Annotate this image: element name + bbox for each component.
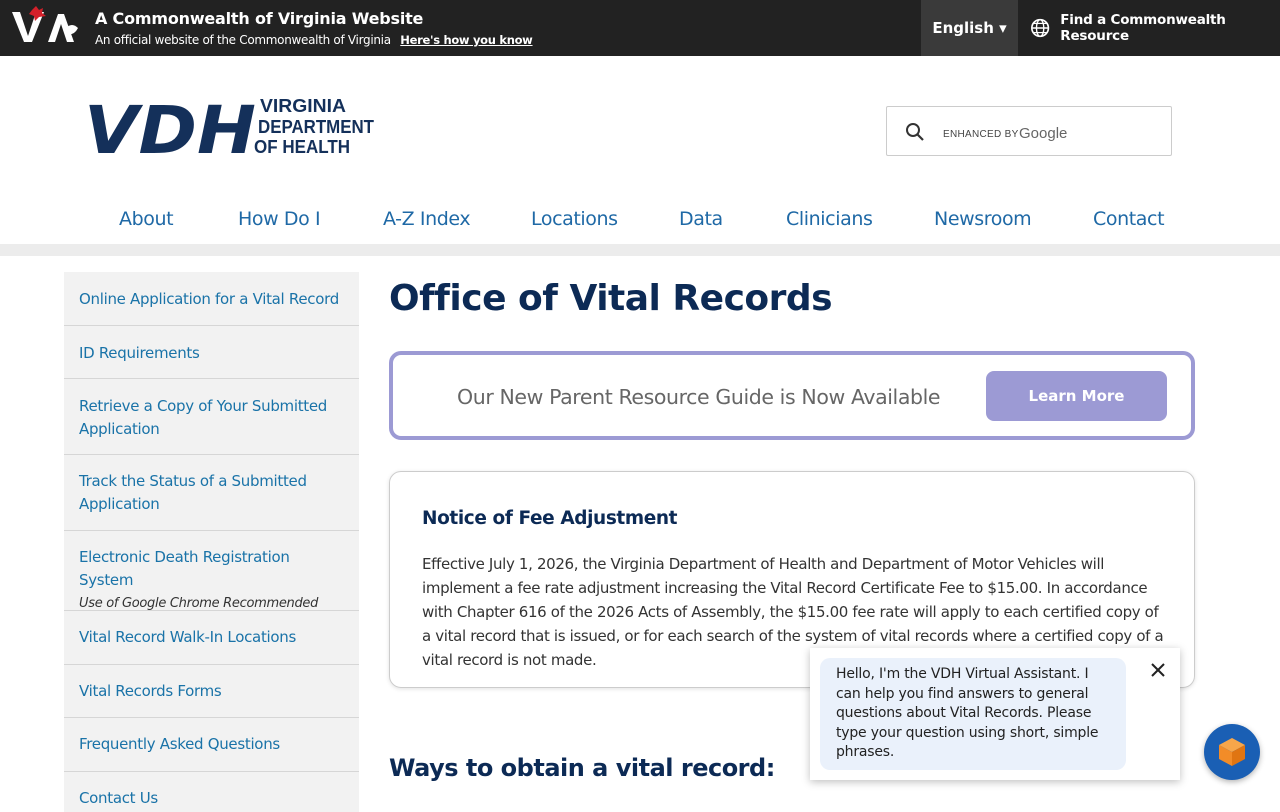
- promo-text: Our New Parent Resource Guide is Now Ava…: [457, 385, 941, 409]
- sidebar-item-id-requirements[interactable]: ID Requirements: [64, 326, 359, 379]
- search-icon[interactable]: [905, 122, 925, 142]
- nav-clinicians[interactable]: Clinicians: [786, 208, 873, 230]
- ways-heading: Ways to obtain a vital record:: [389, 754, 775, 782]
- assistant-message: Hello, I'm the VDH Virtual Assistant. I …: [820, 658, 1126, 770]
- logo-line3: OF HEALTH: [254, 137, 350, 157]
- banner-subtitle: An official website of the Commonwealth …: [95, 33, 533, 47]
- enhanced-by-label: ENHANCED BY: [943, 129, 1019, 140]
- notice-title: Notice of Fee Adjustment: [422, 508, 678, 529]
- close-icon[interactable]: [1148, 660, 1168, 680]
- site-search-input[interactable]: ENHANCED BY Google: [886, 106, 1172, 156]
- sidebar-item-faq[interactable]: Frequently Asked Questions: [64, 718, 359, 772]
- sidebar-item-online-application[interactable]: Online Application for a Vital Record: [64, 272, 359, 326]
- globe-icon: [1031, 18, 1050, 38]
- sidebar-menu: Online Application for a Vital Record ID…: [64, 272, 359, 812]
- vdh-logo-letters: VDH: [84, 96, 256, 158]
- nav-locations[interactable]: Locations: [531, 208, 618, 230]
- nav-divider: [0, 244, 1280, 256]
- sidebar-item-edrs-label: Electronic Death Registration System: [79, 548, 290, 589]
- logo-line1: VIRGINIA: [260, 96, 346, 116]
- sidebar-item-retrieve-copy[interactable]: Retrieve a Copy of Your Submitted Applic…: [64, 379, 359, 455]
- sidebar-item-edrs-note: Use of Google Chrome Recommended: [79, 596, 319, 611]
- nav-data[interactable]: Data: [679, 208, 723, 230]
- sidebar-item-edrs[interactable]: Electronic Death Registration System Use…: [64, 531, 359, 611]
- main-navigation: About How Do I A-Z Index Locations Data …: [0, 206, 1280, 236]
- page-title: Office of Vital Records: [389, 278, 833, 319]
- sidebar-item-forms[interactable]: Vital Records Forms: [64, 665, 359, 718]
- how-you-know-link[interactable]: Here's how you know: [400, 33, 533, 47]
- nav-contact[interactable]: Contact: [1093, 208, 1165, 230]
- nav-a-z-index[interactable]: A-Z Index: [383, 208, 471, 230]
- google-label: Google: [1019, 125, 1068, 142]
- sidebar-item-walk-in-locations[interactable]: Vital Record Walk-In Locations: [64, 611, 359, 665]
- nav-about[interactable]: About: [119, 208, 174, 230]
- vdh-logo-mark: VDH VIRGINIA DEPARTMENT OF HEALTH: [84, 92, 374, 169]
- banner-subtitle-text: An official website of the Commonwealth …: [95, 33, 391, 47]
- nav-how-do-i[interactable]: How Do I: [238, 208, 321, 230]
- promo-banner: Our New Parent Resource Guide is Now Ava…: [389, 351, 1195, 440]
- chat-cube-icon: [1219, 738, 1245, 766]
- learn-more-button[interactable]: Learn More: [986, 371, 1167, 421]
- virginia-logo-icon[interactable]: [10, 4, 82, 46]
- logo-line2: DEPARTMENT: [258, 117, 374, 137]
- sidebar-item-contact-us[interactable]: Contact Us: [64, 772, 359, 812]
- nav-newsroom[interactable]: Newsroom: [934, 208, 1032, 230]
- find-resource-button[interactable]: Find a Commonwealth Resource: [1030, 0, 1280, 56]
- vdh-logo[interactable]: VDH VIRGINIA DEPARTMENT OF HEALTH: [84, 92, 380, 169]
- virtual-assistant-popup: Hello, I'm the VDH Virtual Assistant. I …: [810, 648, 1180, 780]
- sidebar-item-track-status[interactable]: Track the Status of a Submitted Applicat…: [64, 455, 359, 531]
- find-resource-label: Find a Commonwealth Resource: [1060, 12, 1226, 44]
- commonwealth-banner: A Commonwealth of Virginia Website An of…: [0, 0, 1280, 56]
- chat-launcher-button[interactable]: [1204, 724, 1260, 780]
- banner-title: A Commonwealth of Virginia Website: [95, 9, 424, 28]
- language-selector[interactable]: English ▾: [921, 0, 1018, 56]
